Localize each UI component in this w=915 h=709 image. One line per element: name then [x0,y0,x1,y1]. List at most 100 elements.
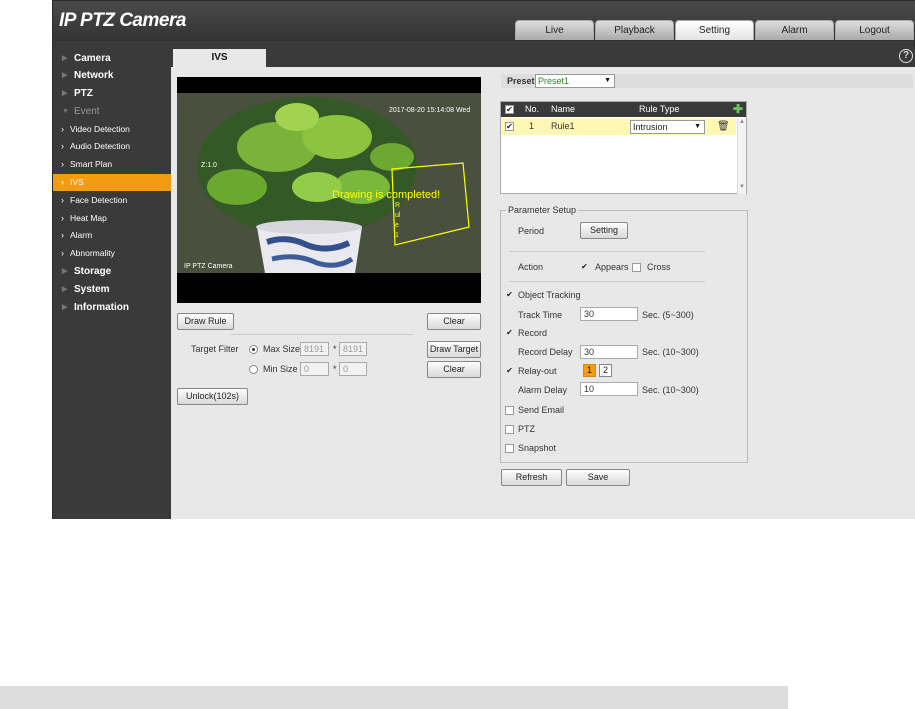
sidebar-item-audio-detection[interactable]: › Audio Detection [53,138,171,155]
appears-checkbox[interactable]: ✔ [580,263,589,272]
draw-rule-button[interactable]: Draw Rule [177,313,234,330]
object-tracking-checkbox[interactable]: ✔ [505,291,514,300]
channel-label: IP PTZ Camera [184,263,233,270]
record-delay-label: Record Delay [518,347,573,357]
sidebar-item-label: Heat Map [70,213,107,223]
draw-target-button[interactable]: Draw Target [427,341,481,358]
track-time-input[interactable]: 30 [580,307,638,321]
sidebar-item-label: Abnormality [70,248,115,258]
track-time-label: Track Time [518,310,563,320]
unlock-button[interactable]: Unlock(102s) [177,388,248,405]
record-delay-unit: Sec. (10~300) [642,347,699,357]
scroll-up-icon[interactable]: ▲ [739,119,745,125]
sidebar-item-video-detection[interactable]: › Video Detection [53,121,171,138]
relay-1-button[interactable]: 1 [583,364,596,377]
target-filter-label: Target Filter [191,344,239,354]
table-row[interactable]: ✔ 1 Rule1 Intrusion ▼ 🗑 [501,118,736,135]
sidebar-item-label: PTZ [74,88,93,99]
max-height-input[interactable]: 8191 [339,342,367,356]
tab-playback[interactable]: Playback [595,20,674,40]
delete-rule-icon[interactable]: 🗑 [717,118,730,135]
zoom-readout: Z:1.0 [201,162,217,169]
scroll-down-icon[interactable]: ▼ [739,184,745,190]
refresh-button[interactable]: Refresh [501,469,562,486]
sidebar-item-event[interactable]: ▼ Event [53,103,171,120]
sidebar-item-network[interactable]: ▶ Network [53,67,171,84]
object-tracking-label: Object Tracking [518,290,581,300]
period-setting-button[interactable]: Setting [580,222,628,239]
app-title: IP PTZ Camera [59,10,186,31]
cross-label: Cross [647,262,671,272]
min-height-input[interactable]: 0 [339,362,367,376]
rule-type-select[interactable]: Intrusion ▼ [630,120,705,134]
parameter-setup-legend: Parameter Setup [506,205,579,215]
ptz-checkbox[interactable] [505,425,514,434]
cross-checkbox[interactable] [632,263,641,272]
min-size-radio[interactable] [249,365,258,374]
chevron-right-icon: › [61,248,64,258]
tab-logout[interactable]: Logout [835,20,914,40]
save-button[interactable]: Save [566,469,630,486]
clear-target-button[interactable]: Clear [427,361,481,378]
max-size-radio[interactable] [249,345,258,354]
relay-out-checkbox[interactable]: ✔ [505,367,514,376]
chevron-right-icon: › [61,230,64,240]
rule-name: Rule1 [551,121,575,131]
video-preview[interactable]: 2017-08-20 15:14:08 Wed Z:1.0 Drawing is… [177,77,481,303]
sidebar-item-ivs[interactable]: › IVS [53,174,171,191]
sidebar-item-face-detection[interactable]: › Face Detection [53,192,171,209]
sidebar-item-storage[interactable]: ▶ Storage [53,263,171,280]
chevron-right-icon: › [61,141,64,151]
select-all-checkbox[interactable]: ✔ [505,105,514,114]
relay-2-button[interactable]: 2 [599,364,612,377]
action-label: Action [518,262,544,272]
add-rule-icon[interactable]: ✚ [733,102,743,116]
min-width-input[interactable]: 0 [300,362,329,376]
sidebar-item-information[interactable]: ▶ Information [53,299,171,316]
max-width-input[interactable]: 8191 [300,342,329,356]
tab-alarm[interactable]: Alarm [755,20,834,40]
sidebar-item-camera[interactable]: ▶ Camera [53,50,171,67]
expand-triangle-icon: ▶ [62,268,68,275]
sidebar-item-ptz[interactable]: ▶ PTZ [53,85,171,102]
appears-label: Appears [595,262,629,272]
expand-triangle-icon: ▶ [62,286,68,293]
dropdown-arrow-icon: ▼ [604,77,611,84]
alarm-delay-input[interactable]: 10 [580,382,638,396]
tab-setting[interactable]: Setting [675,20,754,40]
sidebar-item-alarm[interactable]: › Alarm [53,227,171,244]
sidebar-item-label: Camera [74,53,111,64]
sidebar-item-abnormality[interactable]: › Abnormality [53,245,171,262]
sidebar-item-label: Event [74,106,100,117]
send-email-checkbox[interactable] [505,406,514,415]
sidebar-item-label: System [74,284,110,295]
sidebar-item-label: Storage [74,266,112,277]
record-delay-input[interactable]: 30 [580,345,638,359]
sidebar-item-smart-plan[interactable]: › Smart Plan [53,156,171,173]
sidebar-item-label: Alarm [70,230,93,240]
preset-value: Preset1 [538,76,570,86]
sidebar-item-label: Audio Detection [70,141,131,151]
alarm-delay-unit: Sec. (10~300) [642,385,699,395]
sidebar-item-label: Smart Plan [70,159,113,169]
clear-rule-button[interactable]: Clear [427,313,481,330]
rule-table-scrollbar[interactable]: ▲ ▼ [737,118,746,194]
sidebar-item-label: Face Detection [70,195,128,205]
tab-live[interactable]: Live [515,20,594,40]
sidebar-item-system[interactable]: ▶ System [53,281,171,298]
chevron-right-icon: › [61,213,64,223]
snapshot-checkbox[interactable] [505,444,514,453]
record-label: Record [518,328,548,338]
rule-table-header: ✔ No. Name Rule Type ✚ [501,102,746,117]
record-checkbox[interactable]: ✔ [505,329,514,338]
parameter-setup: Parameter Setup Period Setting Action ✔ … [500,205,748,463]
preset-bar: Preset Preset1 ▼ [501,74,913,88]
help-icon[interactable]: ? [899,49,913,63]
divider [509,251,705,252]
send-email-label: Send Email [518,405,565,415]
preset-select[interactable]: Preset1 ▼ [535,74,615,88]
sidebar-item-heat-map[interactable]: › Heat Map [53,210,171,227]
tab-ivs[interactable]: IVS [173,49,266,67]
expand-triangle-icon: ▶ [62,55,68,62]
row-checkbox[interactable]: ✔ [505,122,514,131]
